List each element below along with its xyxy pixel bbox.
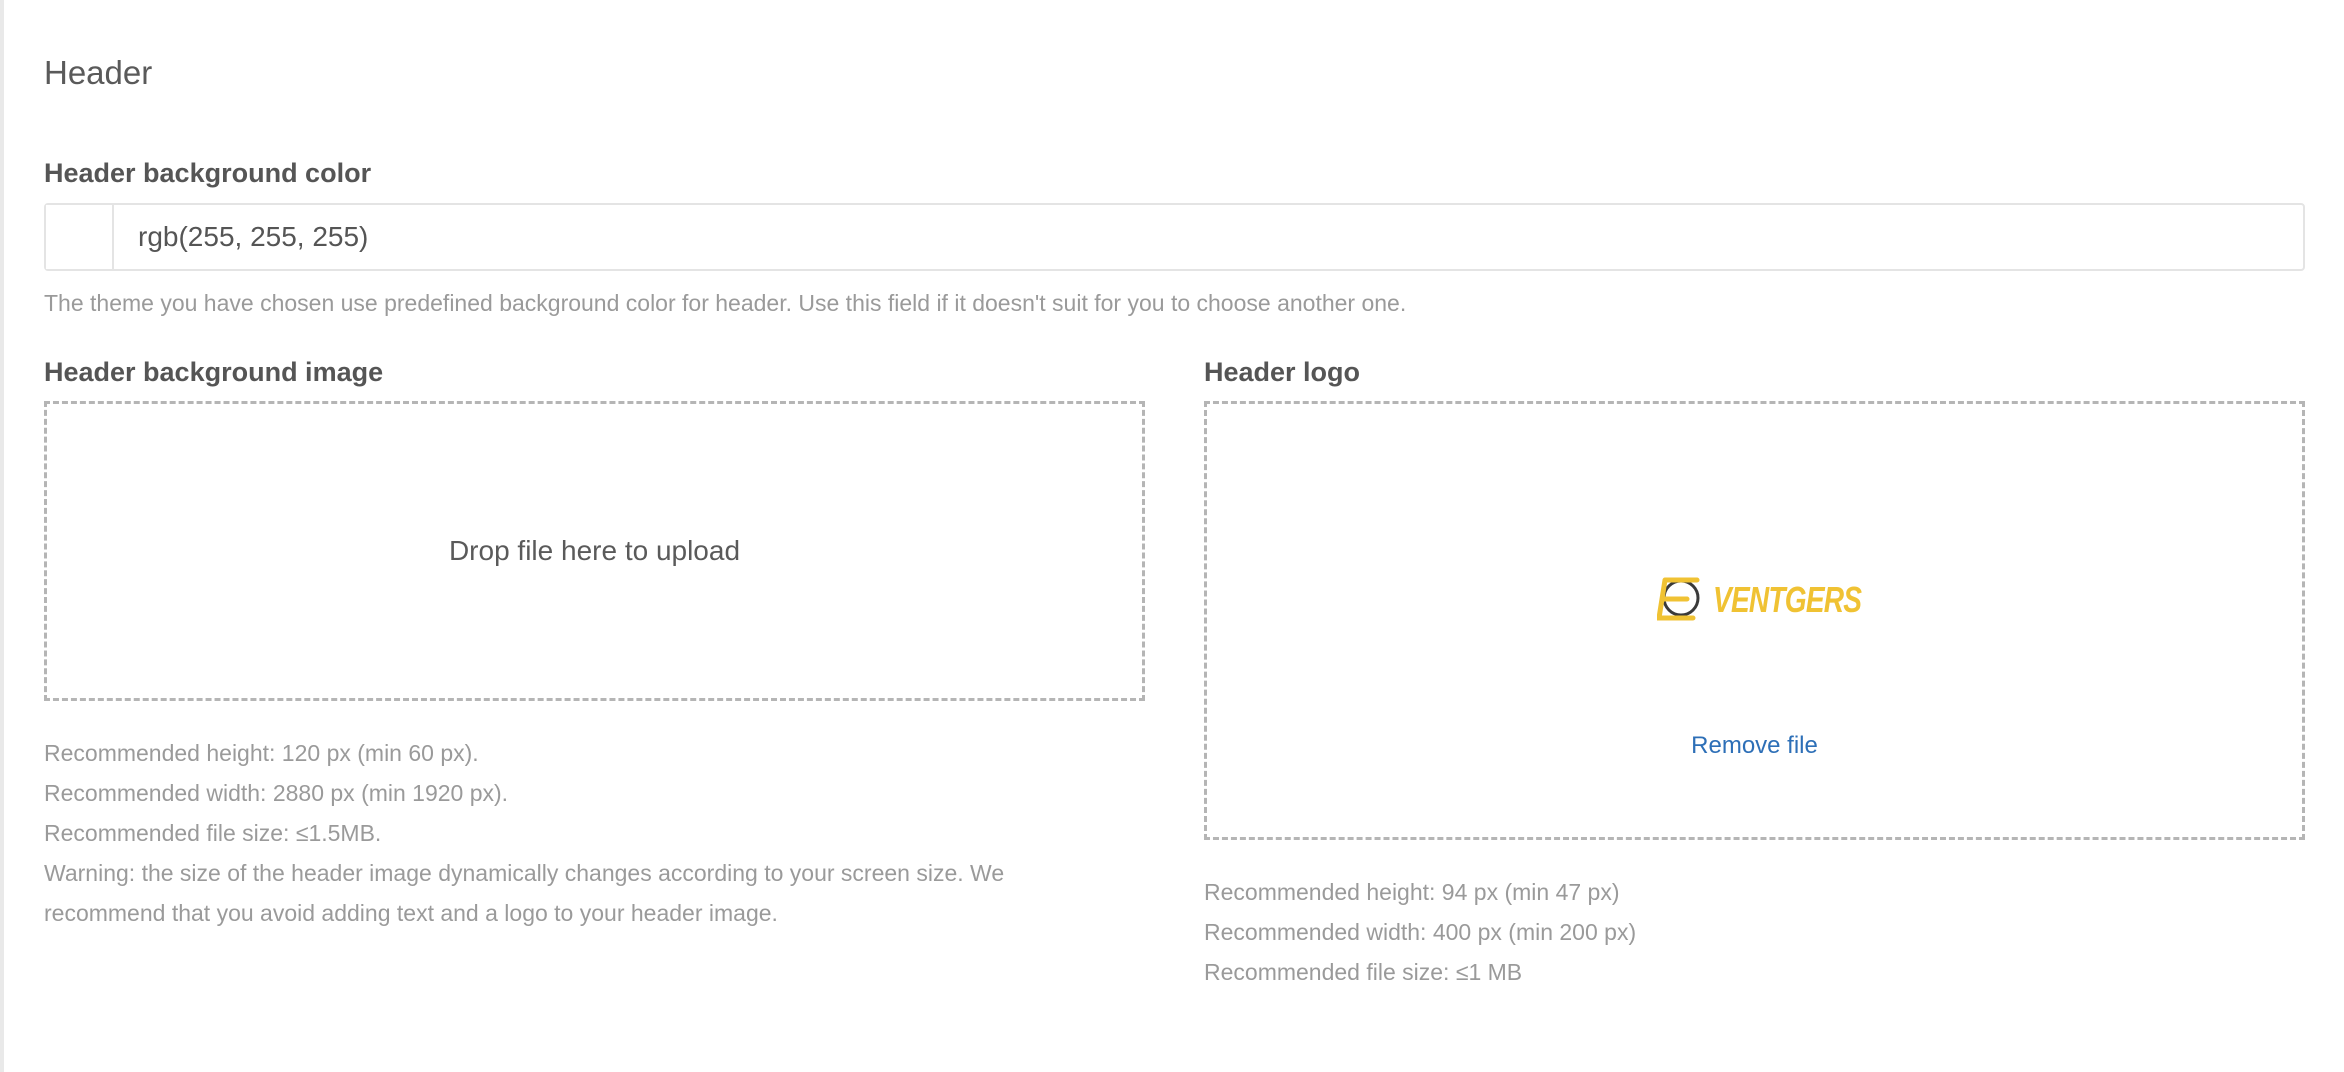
background-image-dropzone[interactable]: Drop file here to upload [44,401,1145,701]
logo-notes: Recommended height: 94 px (min 47 px) Re… [1204,872,2244,992]
background-image-label: Header background image [44,357,384,387]
note-file-size: Recommended file size: ≤1.5MB. [44,820,382,846]
left-rail [0,0,4,1072]
remove-file-link[interactable]: Remove file [1207,732,2302,760]
logo-label: Header logo [1204,357,1361,387]
background-color-value[interactable]: rgb(255, 255, 255) [138,221,368,253]
note-warning: Warning: the size of the header image dy… [44,860,1005,926]
background-image-notes: Recommended height: 120 px (min 60 px). … [44,733,1084,933]
logo-note-file-size: Recommended file size: ≤1 MB [1204,959,1523,985]
logo-emblem-icon [1656,577,1699,621]
logo-note-width: Recommended width: 400 px (min 200 px) [1204,919,1637,945]
logo-dropzone[interactable]: VENTGERS Remove file [1204,401,2305,840]
drop-file-text: Drop file here to upload [448,535,741,566]
logo-note-height: Recommended height: 94 px (min 47 px) [1204,879,1620,905]
background-color-field[interactable]: rgb(255, 255, 255) [44,203,2305,271]
background-color-label: Header background color [44,158,372,188]
note-width: Recommended width: 2880 px (min 1920 px)… [44,780,509,806]
logo-preview: VENTGERS [1207,574,2302,626]
note-height: Recommended height: 120 px (min 60 px). [44,740,479,766]
section-title: Header [44,54,153,91]
logo-wordmark: VENTGERS [1712,579,1862,620]
background-color-help: The theme you have chosen use predefined… [44,290,1407,316]
color-swatch[interactable] [46,205,114,269]
